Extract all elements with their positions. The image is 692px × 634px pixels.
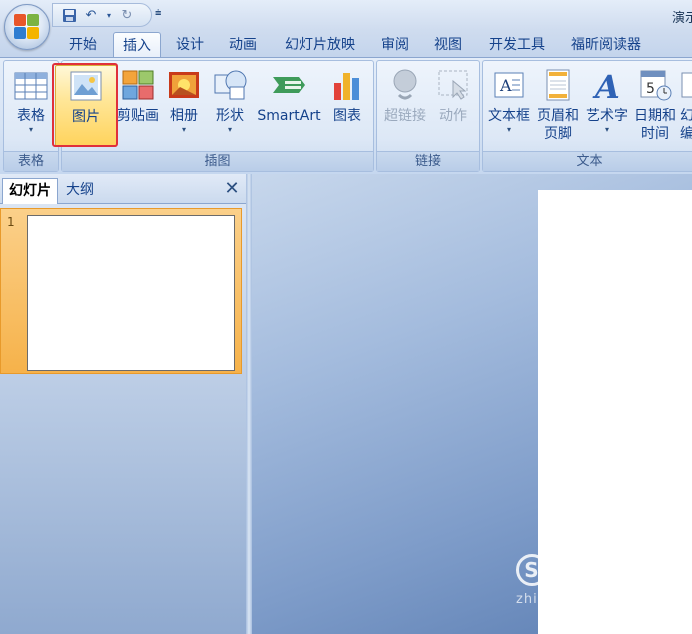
tab-review[interactable]: 审阅 — [375, 32, 415, 58]
textbox-icon: A — [491, 67, 527, 103]
slide-number-button[interactable]: 幻 编 — [679, 65, 692, 153]
title-bar: ↶ ▾ ↻ ⩧ 演示 — [0, 0, 692, 30]
group-table: 表格 ▾ 表格 — [3, 60, 59, 172]
photo-album-dropdown-icon: ▾ — [181, 125, 186, 134]
header-footer-button-label-2: 页脚 — [544, 126, 572, 142]
clipart-button[interactable]: 剪贴画 — [114, 65, 162, 153]
group-links: 超链接 动作 链接 — [376, 60, 480, 172]
table-dropdown-icon: ▾ — [28, 125, 33, 134]
svg-text:A: A — [592, 68, 620, 103]
slides-pane: 1 — [0, 204, 246, 634]
svg-text:A: A — [499, 76, 512, 95]
date-time-button-label-2: 时间 — [641, 126, 669, 142]
wordart-button[interactable]: A 艺术字 ▾ — [583, 65, 631, 153]
table-button[interactable]: 表格 ▾ — [6, 65, 56, 153]
watermark-url: zhinan.sogou.com — [516, 592, 651, 607]
ribbon-tabs: 开始 插入 设计 动画 幻灯片放映 审阅 视图 开发工具 福昕阅读器 — [0, 30, 692, 59]
chart-button[interactable]: 图表 — [325, 65, 369, 153]
quick-access-toolbar: ↶ ▾ ↻ — [52, 3, 152, 27]
shapes-icon — [212, 67, 248, 103]
date-time-button-label: 日期和 — [634, 108, 676, 124]
action-button-label: 动作 — [439, 108, 467, 124]
tab-outline[interactable]: 大纲 — [60, 178, 100, 204]
watermark: S 搜狗指南 — [516, 548, 658, 586]
shapes-dropdown-icon: ▾ — [227, 125, 232, 134]
smartart-button-label: SmartArt — [257, 108, 321, 124]
group-label-links: 链接 — [377, 151, 479, 171]
tab-design[interactable]: 设计 — [170, 32, 210, 58]
undo-icon[interactable]: ↶ — [83, 7, 99, 23]
office-button[interactable] — [4, 4, 50, 50]
action-icon — [435, 67, 471, 103]
slide-thumbnail[interactable] — [27, 215, 235, 371]
office-logo-icon — [14, 14, 40, 40]
hyperlink-icon — [387, 67, 423, 103]
slide-thumbnail-row[interactable]: 1 — [0, 208, 242, 374]
header-footer-icon — [540, 67, 576, 103]
chart-icon — [329, 67, 365, 103]
slide-number: 1 — [7, 215, 15, 229]
tab-developer[interactable]: 开发工具 — [482, 32, 552, 58]
tab-animation[interactable]: 动画 — [223, 32, 263, 58]
save-icon[interactable] — [61, 7, 77, 23]
redo-icon[interactable]: ↻ — [119, 7, 135, 23]
watermark-text: 搜狗指南 — [550, 554, 659, 584]
window-title: 演示 — [672, 11, 692, 26]
wordart-button-label: 艺术字 — [586, 108, 628, 124]
wordart-icon: A — [589, 67, 625, 106]
table-button-label: 表格 — [17, 108, 45, 124]
group-label-text: 文本 — [483, 151, 692, 171]
tab-home[interactable]: 开始 — [62, 32, 104, 58]
table-icon — [13, 67, 49, 103]
clipart-icon — [120, 67, 156, 103]
photo-album-icon — [166, 67, 202, 103]
smartart-icon — [271, 67, 307, 103]
slide-number-icon — [679, 67, 692, 103]
photo-album-button[interactable]: 相册 ▾ — [163, 65, 205, 153]
shapes-button[interactable]: 形状 ▾ — [208, 65, 252, 153]
group-label-table: 表格 — [4, 151, 58, 171]
group-text: A 文本框 ▾ 页眉和 页脚 A 艺术字 ▾ 5 日期和 时间 幻 编 文本 — [482, 60, 692, 172]
hyperlink-button-label: 超链接 — [384, 108, 426, 124]
textbox-button-label: 文本框 — [488, 108, 530, 124]
hyperlink-button[interactable]: 超链接 — [379, 65, 431, 153]
textbox-dropdown-icon: ▾ — [506, 125, 511, 134]
group-label-illustrations: 插图 — [62, 151, 373, 171]
tab-view[interactable]: 视图 — [428, 32, 468, 58]
picture-button-highlight — [52, 63, 118, 147]
date-time-icon: 5 — [637, 67, 673, 103]
header-footer-button[interactable]: 页眉和 页脚 — [533, 65, 583, 153]
smartart-button[interactable]: SmartArt — [254, 65, 324, 153]
shapes-button-label: 形状 — [216, 108, 244, 124]
slide-number-button-label-2: 编 — [680, 126, 692, 142]
header-footer-button-label: 页眉和 — [537, 108, 579, 124]
slide-number-button-label: 幻 — [680, 108, 692, 124]
chart-button-label: 图表 — [333, 108, 361, 124]
svg-text:5: 5 — [646, 81, 655, 97]
tab-slideshow[interactable]: 幻灯片放映 — [276, 32, 364, 58]
tab-foxit-reader[interactable]: 福昕阅读器 — [564, 32, 648, 58]
slides-pane-tabs: 幻灯片 大纲 ✕ — [0, 174, 250, 204]
tab-slides[interactable]: 幻灯片 — [2, 178, 58, 204]
date-time-button[interactable]: 5 日期和 时间 — [631, 65, 679, 153]
close-icon[interactable]: ✕ — [222, 178, 242, 200]
undo-dropdown-icon[interactable]: ▾ — [105, 7, 113, 23]
sogou-logo-icon: S — [516, 553, 548, 586]
customize-qat-icon[interactable]: ⩧ — [155, 6, 161, 20]
wordart-dropdown-icon: ▾ — [604, 125, 609, 134]
textbox-button[interactable]: A 文本框 ▾ — [485, 65, 533, 153]
action-button[interactable]: 动作 — [431, 65, 475, 153]
photo-album-button-label: 相册 — [170, 108, 198, 124]
clipart-button-label: 剪贴画 — [117, 108, 159, 124]
tab-insert[interactable]: 插入 — [113, 32, 161, 59]
